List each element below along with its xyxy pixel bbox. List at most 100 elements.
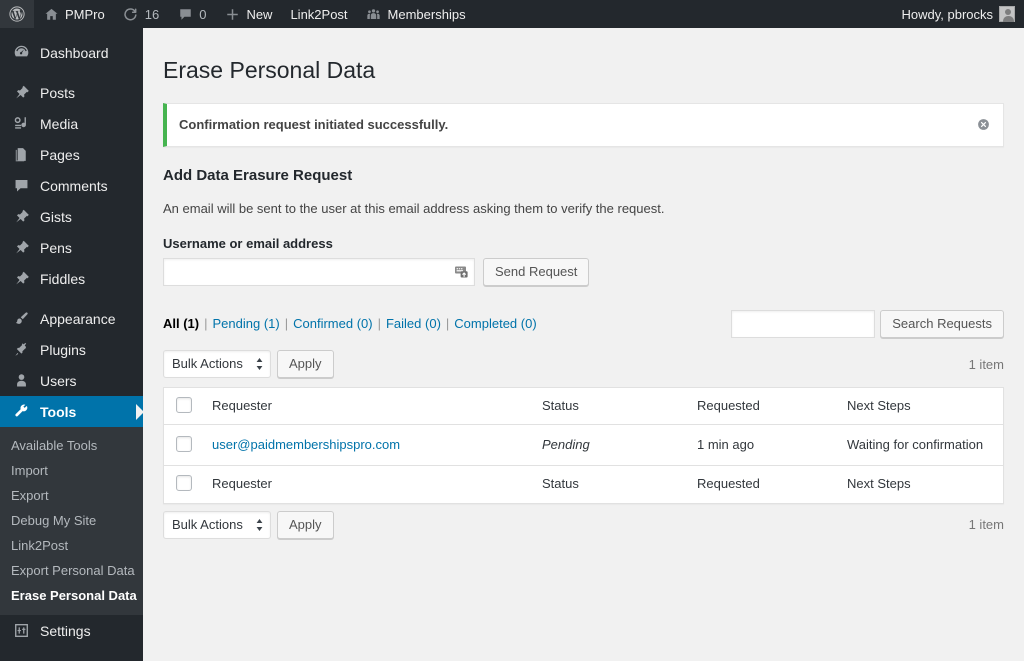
- table-head: Requester Status Requested Next Steps: [164, 388, 1003, 425]
- sidebar-item-label: Gists: [40, 209, 72, 225]
- filter-item-all: All (1) |: [163, 314, 213, 334]
- filter-separator: |: [199, 314, 212, 334]
- sidebar-item-posts[interactable]: Posts: [0, 77, 143, 108]
- column-footer-requested[interactable]: Requested: [687, 465, 837, 502]
- filter-item-pending: Pending (1) |: [213, 314, 294, 334]
- wordpress-logo-button[interactable]: [0, 0, 34, 28]
- column-header-requested[interactable]: Requested: [687, 388, 837, 425]
- wordpress-logo-icon: [9, 6, 25, 22]
- item-count-top: 1 item: [969, 357, 1004, 372]
- filter-link-all[interactable]: All (1): [163, 314, 199, 334]
- filter-link-pending[interactable]: Pending (1): [213, 314, 280, 334]
- sidebar-item-pages[interactable]: Pages: [0, 139, 143, 170]
- comment-icon: [177, 6, 193, 22]
- column-footer-requester[interactable]: Requester: [202, 465, 532, 502]
- admin-bar-comments-count: 0: [199, 7, 206, 22]
- sidebar-item-label: Tools: [40, 404, 76, 420]
- sidebar-item-label: Pens: [40, 240, 72, 256]
- main-content: Erase Personal Data Confirmation request…: [143, 28, 1024, 661]
- column-header-status[interactable]: Status: [532, 388, 687, 425]
- cell-requested: 1 min ago: [687, 425, 837, 465]
- sidebar-item-pens[interactable]: Pens: [0, 232, 143, 263]
- admin-bar-link2post-label: Link2Post: [290, 7, 347, 22]
- sidebar-item-fiddles[interactable]: Fiddles: [0, 263, 143, 294]
- bulk-actions-select-bottom[interactable]: Bulk Actions: [163, 511, 271, 539]
- admin-bar-item-comments[interactable]: 0: [168, 0, 215, 28]
- column-footer-status[interactable]: Status: [532, 465, 687, 502]
- form-description: An email will be sent to the user at thi…: [163, 199, 1004, 219]
- apply-button-bottom[interactable]: Apply: [277, 511, 334, 539]
- column-header-next-steps[interactable]: Next Steps: [837, 388, 1003, 425]
- pin-icon: [11, 238, 31, 258]
- success-notice: Confirmation request initiated successfu…: [163, 103, 1004, 147]
- sidebar-item-settings[interactable]: Settings: [0, 615, 143, 646]
- admin-bar-item-memberships[interactable]: Memberships: [357, 0, 475, 28]
- filter-link-completed[interactable]: Completed (0): [454, 314, 536, 334]
- admin-bar-item-updates[interactable]: 16: [114, 0, 168, 28]
- sidebar-subitem-erase-personal-data[interactable]: Erase Personal Data: [0, 583, 143, 608]
- sidebar-subitem-export-personal-data[interactable]: Export Personal Data: [0, 558, 143, 583]
- sidebar-subitem-debug-my-site[interactable]: Debug My Site: [0, 508, 143, 533]
- username-email-field-wrapper: [163, 258, 475, 286]
- sidebar-item-plugins[interactable]: Plugins: [0, 334, 143, 365]
- filter-item-failed: Failed (0) |: [386, 314, 454, 334]
- media-icon: [11, 114, 31, 134]
- search-input[interactable]: [731, 310, 875, 338]
- status-badge: Pending: [542, 437, 590, 452]
- item-count-bottom: 1 item: [969, 517, 1004, 532]
- cell-next-steps: Waiting for confirmation: [837, 425, 1003, 465]
- sidebar-subitem-available-tools[interactable]: Available Tools: [0, 433, 143, 458]
- cell-status: Pending: [532, 425, 687, 465]
- sidebar-item-comments[interactable]: Comments: [0, 170, 143, 201]
- admin-bar-item-site-name[interactable]: PMPro: [34, 0, 114, 28]
- apply-button-top[interactable]: Apply: [277, 350, 334, 378]
- sidebar-subitem-link2post[interactable]: Link2Post: [0, 533, 143, 558]
- sidebar-item-label: Appearance: [40, 311, 116, 327]
- admin-bar-new-label: New: [246, 7, 272, 22]
- search-requests-button[interactable]: Search Requests: [880, 310, 1004, 338]
- sidebar-subitem-export[interactable]: Export: [0, 483, 143, 508]
- filter-separator: |: [280, 314, 293, 334]
- table-row: user@paidmembershipspro.com Pending 1 mi…: [164, 425, 1003, 465]
- pin-icon: [11, 83, 31, 103]
- filter-link-failed[interactable]: Failed (0): [386, 314, 441, 334]
- sidebar-subitem-import[interactable]: Import: [0, 458, 143, 483]
- row-checkbox[interactable]: [176, 436, 192, 452]
- requester-email-link[interactable]: user@paidmembershipspro.com: [212, 437, 400, 452]
- select-all-checkbox-bottom[interactable]: [176, 475, 192, 491]
- comment-icon: [11, 176, 31, 196]
- tablenav-top: Bulk Actions Apply 1 item: [163, 349, 1004, 379]
- sidebar-item-users[interactable]: Users: [0, 365, 143, 396]
- sidebar-item-label: Plugins: [40, 342, 86, 358]
- sidebar-item-appearance[interactable]: Appearance: [0, 303, 143, 334]
- sidebar-item-label: Fiddles: [40, 271, 85, 287]
- filter-item-confirmed: Confirmed (0) |: [293, 314, 386, 334]
- admin-bar-item-new-content[interactable]: New: [215, 0, 281, 28]
- admin-bar-greeting: Howdy, pbrocks: [901, 7, 993, 22]
- table-foot: Requester Status Requested Next Steps: [164, 465, 1003, 502]
- select-all-checkbox-top[interactable]: [176, 397, 192, 413]
- sidebar-item-media[interactable]: Media: [0, 108, 143, 139]
- admin-bar-item-link2post[interactable]: Link2Post: [281, 0, 356, 28]
- dismiss-circle-icon[interactable]: [973, 115, 993, 135]
- avatar-icon: [999, 6, 1015, 22]
- sidebar-item-gists[interactable]: Gists: [0, 201, 143, 232]
- groups-icon: [366, 6, 382, 22]
- column-footer-next-steps[interactable]: Next Steps: [837, 465, 1003, 502]
- sidebar-item-label: Comments: [40, 178, 108, 194]
- sidebar-item-dashboard[interactable]: Dashboard: [0, 37, 143, 68]
- admin-bar-updates-count: 16: [145, 7, 159, 22]
- filter-separator: |: [373, 314, 386, 334]
- column-header-requester[interactable]: Requester: [202, 388, 532, 425]
- filter-link-confirmed[interactable]: Confirmed (0): [293, 314, 372, 334]
- admin-bar-account[interactable]: Howdy, pbrocks: [892, 0, 1024, 28]
- users-icon: [11, 371, 31, 391]
- username-email-field[interactable]: [163, 258, 475, 286]
- bulk-actions-select-top[interactable]: Bulk Actions: [163, 350, 271, 378]
- send-request-button[interactable]: Send Request: [483, 258, 589, 286]
- admin-sidebar-menu: Dashboard Posts Media Pages: [0, 28, 143, 661]
- plus-icon: [224, 6, 240, 22]
- pages-icon: [11, 145, 31, 165]
- tablenav-bottom: Bulk Actions Apply 1 item: [163, 510, 1004, 540]
- sidebar-item-tools[interactable]: Tools: [0, 396, 143, 427]
